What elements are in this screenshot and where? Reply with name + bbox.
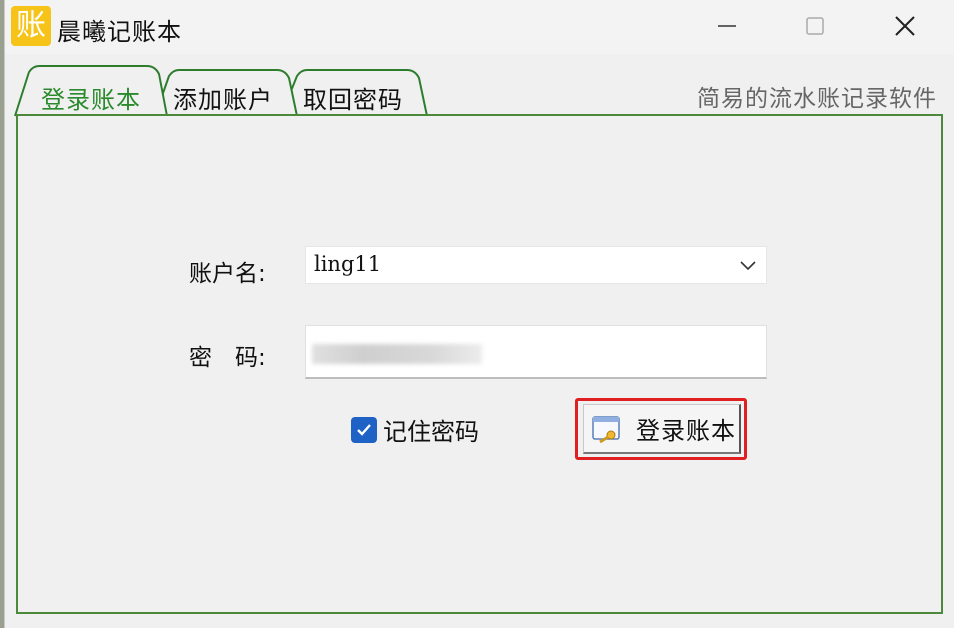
key-window-icon <box>592 415 620 443</box>
chevron-down-icon[interactable] <box>738 255 758 275</box>
tab-add-account[interactable]: 添加账户 <box>173 80 273 115</box>
title-bar: 账 晨曦记账本 <box>5 0 954 54</box>
maximize-button[interactable] <box>793 6 837 46</box>
remember-password-option[interactable]: 记住密码 <box>351 412 479 447</box>
tab-recover-password[interactable]: 取回密码 <box>303 80 403 115</box>
password-label: 密 码: <box>189 345 266 371</box>
app-window: 账 晨曦记账本 登录账本 添加账户 取回密码 简易的流水账记录软件 账户名: l… <box>4 0 954 628</box>
remember-password-label: 记住密码 <box>383 418 479 446</box>
username-label: 账户名: <box>189 261 266 287</box>
app-tagline: 简易的流水账记录软件 <box>697 86 937 112</box>
checkmark-icon <box>357 423 371 436</box>
close-button[interactable] <box>883 6 927 46</box>
minimize-button[interactable] <box>705 6 749 46</box>
app-logo-icon: 账 <box>11 6 51 46</box>
username-value: ling11 <box>314 252 382 276</box>
username-combobox[interactable]: ling11 <box>305 246 767 284</box>
close-icon <box>895 16 915 36</box>
minimize-icon <box>718 25 736 27</box>
password-field[interactable] <box>305 325 767 379</box>
maximize-icon <box>806 17 824 35</box>
window-title: 晨曦记账本 <box>57 18 182 46</box>
login-button[interactable]: 登录账本 <box>583 404 741 454</box>
tab-strip: 登录账本 添加账户 取回密码 简易的流水账记录软件 <box>5 54 954 118</box>
remember-password-checkbox[interactable] <box>351 416 377 443</box>
password-masked-value <box>312 344 482 364</box>
tab-login[interactable]: 登录账本 <box>41 80 141 115</box>
login-button-label: 登录账本 <box>636 417 736 445</box>
